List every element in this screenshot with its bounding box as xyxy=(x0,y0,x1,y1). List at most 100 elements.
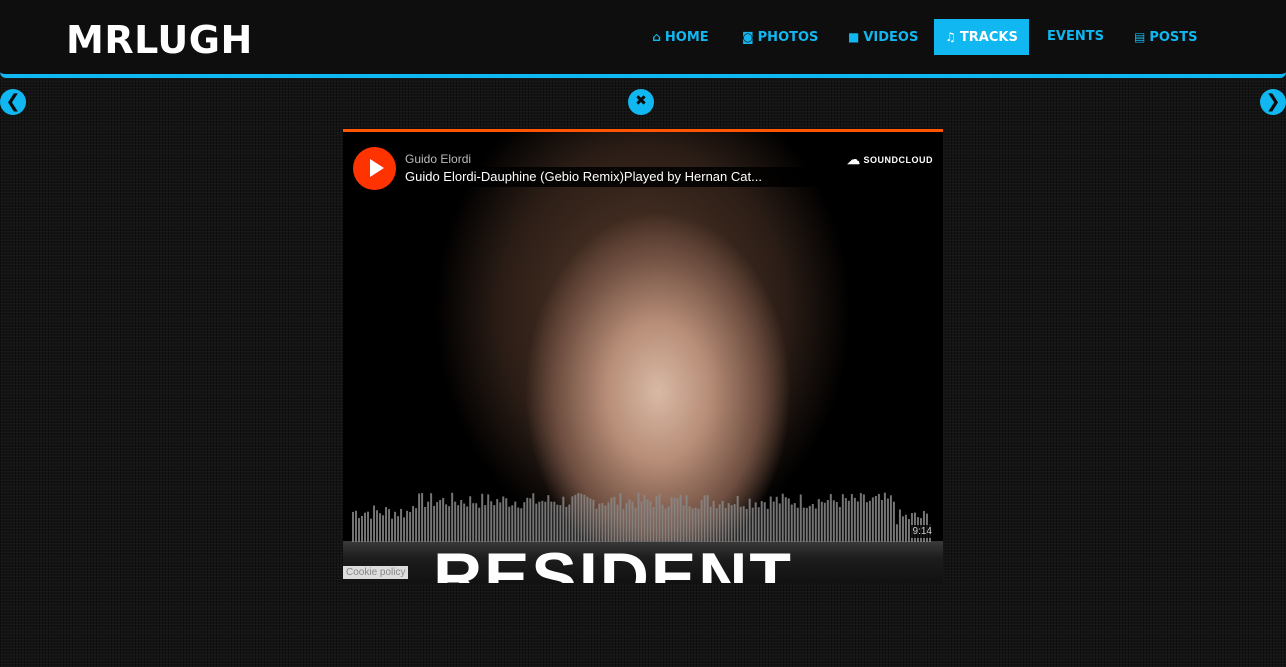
waveform-bar xyxy=(745,508,748,542)
next-button[interactable]: ❯ xyxy=(1260,89,1286,115)
waveform-bar xyxy=(523,502,526,542)
waveform-bar xyxy=(445,504,448,542)
artwork-banner: RESIDENT xyxy=(343,541,943,583)
waveform-bar xyxy=(652,506,655,542)
waveform-bar xyxy=(697,508,700,542)
waveform-bar xyxy=(433,505,436,542)
waveform-bar xyxy=(481,493,484,542)
waveform-bar xyxy=(859,493,862,542)
waveform-bar xyxy=(439,499,442,542)
play-button[interactable] xyxy=(353,147,396,190)
track-artist[interactable]: Guido Elordi xyxy=(405,152,471,166)
waveform-bar xyxy=(721,500,724,542)
waveform-bar xyxy=(511,505,514,542)
waveform-bar xyxy=(805,507,808,542)
waveform-bar xyxy=(781,493,784,542)
waveform-bar xyxy=(631,501,634,542)
waveform-bar xyxy=(367,511,370,542)
waveform-bar xyxy=(526,497,529,542)
waveform-bar xyxy=(766,508,769,542)
waveform-bar xyxy=(703,495,706,542)
waveform-bar xyxy=(607,502,610,542)
waveform-bar xyxy=(472,503,475,542)
waveform-bar xyxy=(727,503,730,542)
waveform-bar xyxy=(640,501,643,542)
waveform-bar xyxy=(820,501,823,542)
waveform-bar xyxy=(391,518,394,542)
waveform-bar xyxy=(904,514,907,542)
waveform-bar xyxy=(649,501,652,542)
waveform-bar xyxy=(502,496,505,542)
waveform-bar xyxy=(514,501,517,542)
waveform-bar xyxy=(463,503,466,542)
waveform-bar xyxy=(799,494,802,542)
waveform-bar xyxy=(454,501,457,542)
waveform-bar xyxy=(370,518,373,542)
nav-photos[interactable]: ◙ PHOTOS xyxy=(742,19,818,55)
waveform-bar xyxy=(532,493,535,542)
waveform-bar xyxy=(691,508,694,542)
waveform-bar xyxy=(889,495,892,542)
waveform-bar xyxy=(868,500,871,542)
close-button[interactable]: ✖ xyxy=(628,89,654,115)
waveform-bar xyxy=(670,497,673,542)
waveform-bar xyxy=(829,494,832,542)
waveform-bar xyxy=(682,505,685,542)
waveform-bar xyxy=(700,500,703,542)
cookie-policy-link[interactable]: Cookie policy xyxy=(343,566,409,579)
waveform-bar xyxy=(466,506,469,542)
waveform-bar xyxy=(667,506,670,542)
waveform-bar xyxy=(847,500,850,542)
waveform-bar xyxy=(634,507,637,542)
waveform-bar xyxy=(484,505,487,542)
soundcloud-logo[interactable]: ☁ SOUNDCLOUD xyxy=(847,152,933,168)
waveform-bar xyxy=(715,508,718,542)
waveform-bar xyxy=(637,492,640,542)
waveform-bar xyxy=(364,512,366,542)
waveform-bar xyxy=(421,493,424,542)
waveform-bar xyxy=(742,506,745,542)
waveform-bar xyxy=(442,497,445,542)
waveform-bar xyxy=(490,501,493,542)
waveform-bar xyxy=(874,496,877,542)
waveform-bar xyxy=(784,497,787,542)
track-title[interactable]: Guido Elordi-Dauphine (Gebio Remix)Playe… xyxy=(401,167,825,187)
waveform-bar xyxy=(628,499,631,542)
waveform-bar xyxy=(562,496,565,542)
waveform-bar xyxy=(754,502,757,542)
waveform[interactable] xyxy=(352,487,932,542)
waveform-bar xyxy=(883,492,886,542)
nav-posts[interactable]: ▤ POSTS xyxy=(1134,19,1198,55)
waveform-bar xyxy=(583,494,586,542)
waveform-bar xyxy=(436,502,439,542)
waveform-bar xyxy=(775,496,778,542)
nav-videos[interactable]: ■ VIDEOS xyxy=(848,19,918,55)
waveform-bar xyxy=(451,492,454,542)
waveform-bar xyxy=(709,506,712,542)
waveform-bar xyxy=(688,506,691,542)
brand-logo[interactable]: MRLUGH xyxy=(66,18,253,62)
video-camera-icon: ■ xyxy=(848,30,860,44)
waveform-bar xyxy=(898,509,901,542)
nav-photos-label: PHOTOS xyxy=(757,30,819,45)
previous-button[interactable]: ❮ xyxy=(0,89,26,115)
waveform-bar xyxy=(388,509,391,542)
waveform-bar xyxy=(625,503,628,542)
waveform-bar xyxy=(487,494,490,542)
waveform-bar xyxy=(385,507,388,542)
nav-events-label: EVENTS xyxy=(1047,29,1104,44)
waveform-bar xyxy=(886,498,889,542)
soundcloud-player: Guido Elordi Guido Elordi-Dauphine (Gebi… xyxy=(343,129,943,583)
track-duration: 9:14 xyxy=(909,525,935,538)
nav-events[interactable]: EVENTS xyxy=(1047,19,1104,55)
waveform-bar xyxy=(853,497,856,542)
nav-tracks[interactable]: ♫ TRACKS xyxy=(934,19,1029,55)
waveform-bar xyxy=(832,500,835,542)
close-icon: ✖ xyxy=(635,93,647,109)
waveform-bar xyxy=(505,498,508,542)
waveform-bar xyxy=(400,508,403,542)
nav-home[interactable]: ⌂ HOME xyxy=(652,19,709,55)
waveform-bar xyxy=(826,500,829,542)
waveform-bar xyxy=(679,494,682,542)
waveform-bar xyxy=(790,504,793,542)
